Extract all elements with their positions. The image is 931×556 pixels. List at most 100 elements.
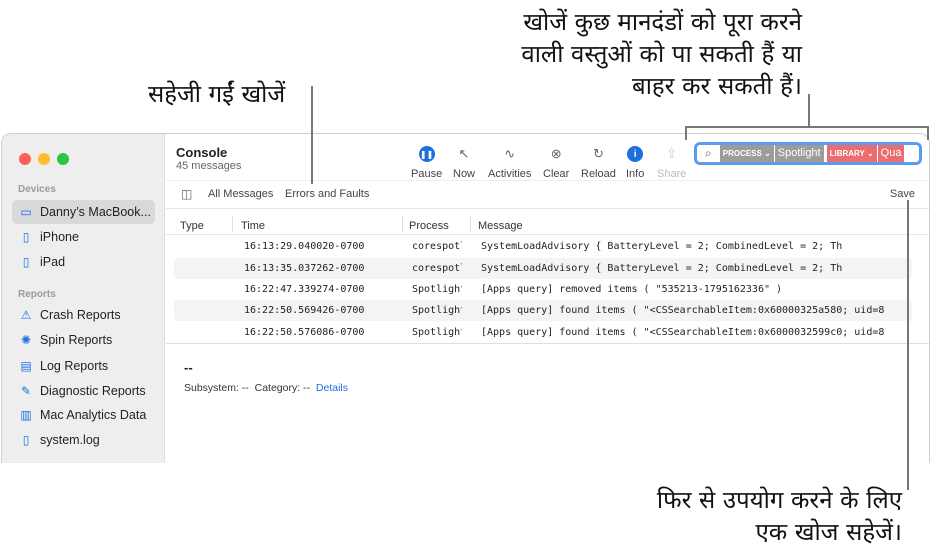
time: 16:13:29.040020-0700 <box>244 241 365 252</box>
search-field[interactable]: ⌕ PROCESS ⌄ Spotlight LIBRARY ⌄ Qua <box>694 142 922 165</box>
label: system.log <box>40 433 100 447</box>
laptop-icon: ▭ <box>20 205 32 219</box>
reports-header: Reports <box>18 289 56 300</box>
sidebar-item-system-log[interactable]: ▯ system.log <box>12 428 155 452</box>
spin-icon: ✺ <box>20 333 32 347</box>
label: Diagnostic Reports <box>40 384 146 398</box>
process: Spotlight <box>412 327 462 338</box>
column-message[interactable]: Message <box>478 220 523 232</box>
process-token-value[interactable]: Spotlight <box>774 145 824 162</box>
process: Spotlight <box>412 284 462 295</box>
label: iPad <box>40 255 66 269</box>
document-icon: ▤ <box>20 359 32 373</box>
warning-icon: ⚠ <box>20 308 32 322</box>
sidebar-item-log-reports[interactable]: ▤ Log Reports <box>12 354 155 378</box>
message: SystemLoadAdvisory { BatteryLevel = 2; C… <box>481 241 843 252</box>
sidebar-item-mac-analytics[interactable]: ▥ Mac Analytics Data <box>12 403 155 427</box>
column-process[interactable]: Process <box>409 220 449 232</box>
label: Clear <box>543 168 570 180</box>
process: corespotl <box>412 241 462 252</box>
sidebar-item-spin-reports[interactable]: ✺ Spin Reports <box>12 328 155 352</box>
message: [Apps query] found items ( "<CSSearchabl… <box>481 327 885 338</box>
search-annotation: खोजें कुछ मानदंडों को पूरा करने वाली वस्… <box>482 6 802 102</box>
share-button[interactable]: ⇪ Share <box>657 146 686 180</box>
sidebar-item-iphone[interactable]: ▯ iPhone <box>12 225 155 249</box>
sidebar-item-macbook[interactable]: ▭ Danny’s MacBook... <box>12 200 155 224</box>
iphone-icon: ▯ <box>22 230 30 244</box>
saved-search-errors-faults[interactable]: Errors and Faults <box>285 188 369 200</box>
table-row[interactable]: 16:22:50.576086-0700 Spotlight [Apps query… <box>174 322 912 343</box>
library-token-value[interactable]: Qua <box>877 145 905 162</box>
now-icon: ↖ <box>458 146 470 161</box>
info-button[interactable]: i Info <box>626 146 644 180</box>
label: Share <box>657 168 687 180</box>
minimize-button[interactable] <box>38 153 50 165</box>
label: Log Reports <box>40 359 109 373</box>
ipad-icon: ▯ <box>22 255 30 269</box>
time: 16:22:50.576086-0700 <box>244 327 365 338</box>
time: 16:13:35.037262-0700 <box>244 263 365 274</box>
label: Reload <box>581 168 616 180</box>
sidebar-item-ipad[interactable]: ▯ iPad <box>12 250 155 274</box>
annotation-line: बाहर कर सकती हैं। <box>631 72 802 100</box>
clear-button[interactable]: ⊗ Clear <box>543 146 569 180</box>
sidebar: Devices ▭ Danny’s MacBook... ▯ iPhone ▯ iPa… <box>2 134 165 463</box>
file-icon: ▯ <box>22 433 30 447</box>
detail-title: -- <box>184 360 193 375</box>
label: LIBRARY <box>829 149 865 158</box>
label: Info <box>626 168 645 180</box>
table-row[interactable]: 16:22:50.569426-0700 Spotlight [Apps query… <box>174 300 912 321</box>
saved-search-all-messages[interactable]: All Messages <box>208 188 273 200</box>
share-icon: ⇪ <box>666 146 678 161</box>
label: Pause <box>411 168 443 180</box>
now-button[interactable]: ↖ Now <box>453 146 475 180</box>
label: Crash Reports <box>40 308 121 322</box>
label: iPhone <box>40 230 79 244</box>
callout-bracket <box>685 126 929 128</box>
message: SystemLoadAdvisory { BatteryLevel = 2; C… <box>481 263 843 274</box>
label: Activities <box>488 168 532 180</box>
callout-bracket <box>685 126 687 140</box>
window-title: Console <box>176 145 228 160</box>
annotation-line: एक खोज सहेजें। <box>755 518 903 546</box>
console-window: Devices ▭ Danny’s MacBook... ▯ iPhone ▯ iPa… <box>1 133 930 463</box>
time: 16:22:50.569426-0700 <box>244 305 365 316</box>
pause-icon: ❚❚ <box>418 146 435 162</box>
reload-button[interactable]: ↻ Reload <box>581 146 616 180</box>
callout-line <box>808 94 810 127</box>
callout-line <box>907 200 909 490</box>
category: Category: -- <box>254 382 311 394</box>
column-type[interactable]: Type <box>180 220 204 232</box>
table-row[interactable]: 16:13:29.040020-0700 corespotl SystemLoadA… <box>174 236 912 257</box>
pause-button[interactable]: ❚❚ Pause <box>411 146 442 180</box>
sidebar-item-diagnostic-reports[interactable]: ✎ Diagnostic Reports <box>12 379 155 403</box>
label: Mac Analytics Data <box>40 408 147 422</box>
library-token-type[interactable]: LIBRARY ⌄ <box>826 145 877 162</box>
time: 16:22:47.339274-0700 <box>244 284 365 295</box>
process-token-type[interactable]: PROCESS ⌄ <box>719 145 774 162</box>
sidebar-toggle-icon[interactable]: ◫ <box>181 187 192 201</box>
callout-line <box>311 86 313 184</box>
zoom-button[interactable] <box>57 153 69 165</box>
label: PROCESS <box>722 149 762 158</box>
callout-bracket <box>927 126 929 140</box>
process: corespotl <box>412 263 462 274</box>
sidebar-item-crash-reports[interactable]: ⚠ Crash Reports <box>12 303 155 327</box>
process: Spotlight <box>412 305 462 316</box>
annotation-line: वाली वस्तुओं को पा सकती हैं या <box>521 40 802 68</box>
close-button[interactable] <box>19 153 31 165</box>
annotation-line: फिर से उपयोग करने के लिए <box>656 486 902 514</box>
activities-icon: ∿ <box>504 146 516 161</box>
chart-icon: ▥ <box>20 408 32 422</box>
column-time[interactable]: Time <box>241 220 265 232</box>
message: [Apps query] found items ( "<CSSearchabl… <box>481 305 885 316</box>
details-link[interactable]: Details <box>316 382 348 394</box>
table-row[interactable]: 16:13:35.037262-0700 corespotl SystemLoadA… <box>174 258 912 279</box>
activities-button[interactable]: ∿ Activities <box>488 146 531 180</box>
main-pane: Console 45 messages ❚❚ Pause ↖ Now ∿ Activi… <box>166 134 929 463</box>
label: Spin Reports <box>40 333 113 347</box>
save-search-button[interactable]: Save <box>890 188 915 200</box>
table-row[interactable]: 16:22:47.339274-0700 Spotlight [Apps query… <box>174 279 912 300</box>
message-count: 45 messages <box>176 160 242 172</box>
devices-header: Devices <box>18 184 56 195</box>
